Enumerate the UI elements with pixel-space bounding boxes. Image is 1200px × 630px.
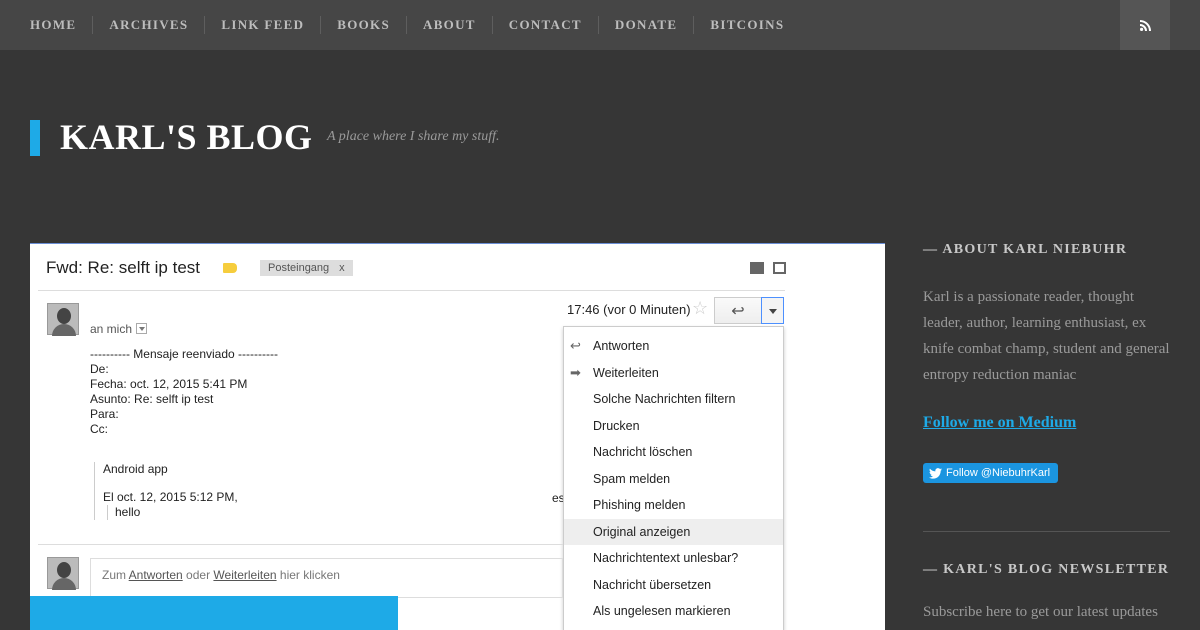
details-dropdown-icon [136, 323, 148, 334]
menu-item-label: Nachrichtentext unlesbar? [593, 551, 739, 566]
menu-item-label: Antworten [593, 339, 650, 354]
nav-divider [491, 16, 493, 34]
menu-item: Nachricht übersetzen [564, 572, 783, 599]
menu-item-label: Drucken [593, 418, 640, 433]
rss-icon [1139, 19, 1151, 31]
menu-item: Nachricht löschen [564, 439, 783, 466]
quote-app-line: Android app [103, 462, 168, 476]
menu-item-label: Nachricht löschen [593, 445, 693, 460]
top-nav: HOME ARCHIVES LINK FEED BOOKS ABOUT CONT… [0, 0, 1200, 50]
inbox-label: Posteingang x [260, 260, 353, 276]
body-line: De: [90, 362, 109, 376]
recipient-text: an mich [90, 322, 133, 336]
inbox-label-text: Posteingang [268, 262, 330, 274]
nav-contact-link[interactable]: CONTACT [509, 17, 582, 33]
forward-icon: ➡ [570, 364, 581, 380]
sidebar-divider [923, 531, 1170, 532]
email-recipient: an mich [90, 322, 148, 336]
rss-button[interactable] [1120, 0, 1170, 50]
forward-prompt-link: Weiterleiten [213, 568, 277, 582]
nav-home-link[interactable]: HOME [30, 17, 76, 33]
newsletter-widget-title: — KARL'S BLOG NEWSLETTER [923, 562, 1170, 577]
reply-icon: ↩ [570, 338, 581, 354]
nav-divider [693, 16, 695, 34]
menu-item-label: Spam melden [593, 471, 671, 486]
body-line: ---------- Mensaje reenviado ---------- [90, 347, 278, 361]
quote-date-line: El oct. 12, 2015 5:12 PM, [103, 490, 238, 504]
menu-item: ↩ Antworten [564, 333, 783, 360]
newsletter-text: Subscribe here to get our latest updates [923, 604, 1158, 620]
site-title[interactable]: KARL'S BLOG [60, 116, 313, 158]
reply-divider [38, 544, 563, 545]
about-text: Karl is a passionate reader, thought lea… [923, 289, 1170, 383]
about-widget-title: — ABOUT KARL NIEBUHR [923, 242, 1128, 257]
reply-prompt-text: hier klicken [279, 568, 340, 582]
body-line: Fecha: oct. 12, 2015 5:41 PM [90, 377, 248, 391]
more-options-menu: ↩ Antworten ➡ Weiterleiten Solche Nachrich… [563, 326, 784, 630]
user-avatar [47, 557, 79, 590]
importance-marker-icon [223, 263, 237, 273]
twitter-follow-button[interactable]: Follow @NiebuhrKarl [923, 463, 1059, 483]
nav-books-link[interactable]: BOOKS [337, 17, 390, 33]
popout-icon [773, 262, 786, 274]
menu-item-label: Als ungelesen markieren [593, 604, 731, 619]
nav-divider [406, 16, 408, 34]
header-divider [38, 290, 785, 291]
reply-prompt-box: Zum Antworten oder Weiterleiten hier kli… [90, 558, 563, 598]
menu-item: Solche Nachrichten filtern [564, 386, 783, 413]
menu-item: Als ungelesen markieren [564, 598, 783, 625]
body-line: Para: [90, 407, 119, 421]
nav-bitcoins-link[interactable]: BITCOINS [710, 17, 784, 33]
email-time: 17:46 (vor 0 Minuten) [567, 302, 691, 317]
body-line: Cc: [90, 422, 108, 436]
site-tagline: A place where I share my stuff. [327, 129, 500, 144]
more-options-button [761, 297, 784, 324]
nav-link-feed-link[interactable]: LINK FEED [221, 17, 304, 33]
nav-divider [204, 16, 206, 34]
reply-icon: ↩ [731, 302, 745, 320]
menu-item-highlighted: Original anzeigen [564, 518, 783, 545]
menu-item: Nachrichtentext unlesbar? [564, 545, 783, 572]
email-subject: Fwd: Re: selft ip test [46, 258, 200, 277]
quote-text: hello [107, 505, 238, 520]
twitter-button-label: Follow @NiebuhrKarl [946, 467, 1051, 479]
reply-prompt-link: Antworten [128, 568, 183, 582]
nav-archives-link[interactable]: ARCHIVES [109, 17, 188, 33]
menu-item: Drucken [564, 413, 783, 440]
menu-item: ➡ Weiterleiten [564, 360, 783, 387]
nav-divider [597, 16, 599, 34]
featured-image[interactable]: Fwd: Re: selft ip test Posteingang x an m… [30, 243, 885, 630]
title-accent-bar [30, 120, 40, 156]
menu-item-label: Solche Nachrichten filtern [593, 392, 736, 407]
menu-item-label: Nachricht übersetzen [593, 577, 712, 592]
reply-button: ↩ [714, 297, 762, 324]
sender-avatar [47, 303, 79, 336]
reply-prompt-text: Zum [102, 568, 126, 582]
reply-prompt-text: oder [186, 568, 211, 582]
menu-item-label: Original anzeigen [593, 524, 691, 539]
nav-list: HOME ARCHIVES LINK FEED BOOKS ABOUT CONT… [0, 0, 1200, 50]
nav-about-link[interactable]: ABOUT [423, 17, 476, 33]
nav-donate-link[interactable]: DONATE [615, 17, 677, 33]
medium-follow-link[interactable]: Follow me on Medium [923, 414, 1076, 432]
body-line: Asunto: Re: selft ip test [90, 392, 214, 406]
accent-overlay-block [30, 596, 398, 630]
star-icon: ☆ [692, 298, 709, 318]
menu-item-label: Weiterleiten [593, 365, 659, 380]
quoted-message: Android app El oct. 12, 2015 5:12 PM, he… [94, 462, 238, 520]
nav-divider [320, 16, 322, 34]
label-close-icon: x [339, 262, 345, 274]
nav-divider [92, 16, 94, 34]
menu-item: Spam melden [564, 466, 783, 493]
email-body: ---------- Mensaje reenviado ---------- … [90, 347, 278, 437]
print-icon [750, 262, 764, 274]
menu-item-label: Phishing melden [593, 498, 686, 513]
twitter-bird-icon [929, 467, 942, 479]
menu-item: Phishing melden [564, 492, 783, 519]
